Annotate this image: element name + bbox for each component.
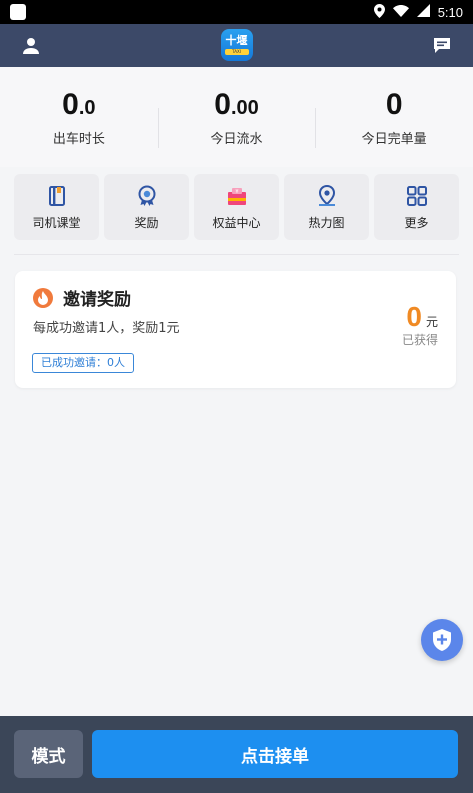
invite-description: 每成功邀请1人，奖励1元 [33,321,180,336]
bottom-bar: 模式 点击接单 [0,716,473,793]
stat-label: 今日完单量 [361,131,427,147]
menu-label: 权益中心 [212,215,261,230]
menu-label: 奖励 [134,215,159,230]
wifi-icon [392,4,409,20]
gift-icon: ¥ [225,184,249,208]
menu-benefits-center[interactable]: ¥ 权益中心 [194,174,279,240]
invite-title: 邀请奖励 [63,290,131,310]
menu-label: 热力图 [308,215,345,230]
menu-label: 更多 [404,215,429,230]
invite-title-row: 邀请奖励 [33,285,131,310]
fire-icon [33,287,53,308]
signal-icon [416,4,430,20]
stat-value: 0.00 [214,87,259,121]
stat-label: 今日流水 [210,131,263,147]
location-pin-icon [315,184,339,208]
app-logo: 十堰 TAXI [220,29,253,61]
menu-driver-class[interactable]: 司机课堂 [14,174,99,240]
stat-revenue: 0.00 今日流水 [157,87,316,148]
invite-reward-card[interactable]: 邀请奖励 每成功邀请1人，奖励1元 已成功邀请：0人 0 元 已获得 [15,271,456,388]
accept-orders-button[interactable]: 点击接单 [92,730,458,778]
status-time: 5:10 [437,4,463,20]
book-icon [45,184,69,208]
invite-count-badge: 已成功邀请：0人 [32,353,134,373]
reward-label: 已获得 [401,333,438,347]
menu-label: 司机课堂 [32,215,81,230]
menu-rewards[interactable]: 奖励 [104,174,189,240]
notification-icon [10,4,26,20]
reward-line: 0 元 [402,301,438,333]
app-header: 十堰 TAXI [0,24,473,67]
menu-heatmap[interactable]: 热力图 [284,174,369,240]
location-status-icon [373,3,385,21]
quick-menu: 司机课堂 奖励 ¥ 权益中心 热力图 更多 [14,174,459,240]
stats-panel: 0.0 出车时长 0.00 今日流水 0 今日完单量 [0,67,473,167]
reward-box: 0 元 已获得 [402,301,438,348]
mode-button[interactable]: 模式 [14,730,83,778]
profile-button[interactable] [20,35,42,57]
stat-label: 出车时长 [52,131,105,147]
user-icon [23,37,39,54]
svg-text:¥: ¥ [235,189,238,195]
medal-icon [135,184,159,208]
stat-value: 0 [385,87,403,121]
shield-plus-icon [433,629,451,651]
status-indicators: 5:10 [373,3,463,21]
status-bar: 5:10 [0,0,473,24]
reward-amount: 0 [406,301,422,332]
logo-text: 十堰 [225,34,248,47]
menu-more[interactable]: 更多 [374,174,459,240]
grid-icon [405,184,429,208]
safety-shield-button[interactable] [421,619,463,661]
message-icon [434,38,450,53]
reward-unit: 元 [425,315,438,329]
stat-orders: 0 今日完单量 [315,87,473,148]
stat-value: 0.0 [62,87,96,121]
messages-button[interactable] [431,35,453,57]
logo-strip: TAXI [224,49,249,55]
stat-drive-time: 0.0 出车时长 [0,88,158,147]
divider [14,254,459,255]
